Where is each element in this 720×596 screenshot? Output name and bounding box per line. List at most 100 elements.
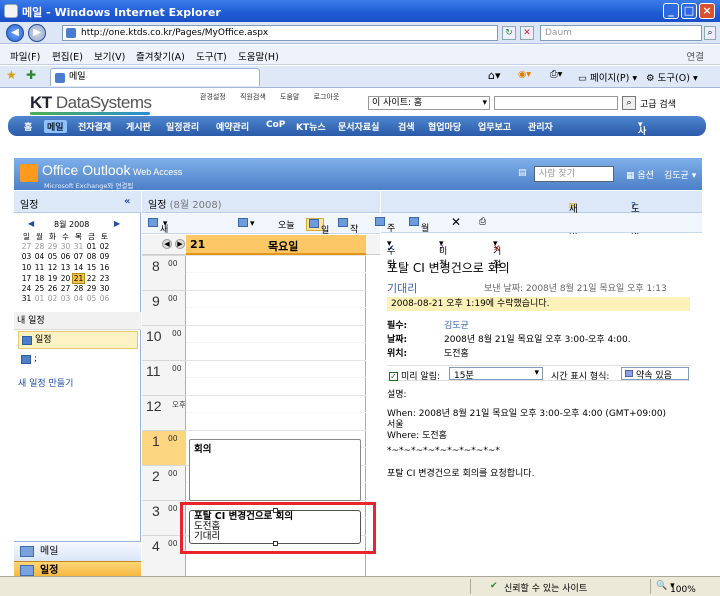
- day-cell[interactable]: 08: [85, 252, 98, 261]
- print-icon[interactable]: ⎙: [479, 217, 486, 227]
- day-cell[interactable]: 05: [85, 294, 98, 303]
- home-icon[interactable]: ⌂▾: [488, 69, 501, 82]
- advanced-search-link[interactable]: 고급 검색: [640, 97, 676, 110]
- show-as-select[interactable]: 약속 있음: [621, 367, 689, 381]
- options-button[interactable]: ▦ 옵션: [626, 168, 654, 181]
- nav-home[interactable]: 홈: [24, 120, 32, 133]
- nav-board[interactable]: 게시판: [126, 120, 151, 133]
- day-cell[interactable]: 12: [46, 263, 59, 272]
- calendar-item-2[interactable]: ;: [18, 351, 138, 367]
- message-sender[interactable]: 기대리: [387, 280, 417, 296]
- link-employee-search[interactable]: 직원검색: [240, 93, 266, 101]
- day-cell[interactable]: 27: [20, 242, 33, 251]
- link-logout[interactable]: 로그아웃: [314, 93, 340, 101]
- kt-logo[interactable]: KT DataSystems: [30, 93, 152, 115]
- day-cell[interactable]: 01: [33, 294, 46, 303]
- day-cell[interactable]: 14: [72, 263, 85, 272]
- day-cell[interactable]: 25: [33, 284, 46, 293]
- nav-approval[interactable]: 전자결재: [78, 120, 111, 133]
- tools-menu[interactable]: ⚙ 도구(O) ▾: [646, 70, 698, 84]
- day-cell[interactable]: 17: [20, 274, 33, 283]
- nav-kt-news[interactable]: KT뉴스: [296, 120, 326, 133]
- nav-search[interactable]: 검색: [398, 120, 415, 133]
- user-menu[interactable]: 김도균 ▾: [664, 168, 696, 181]
- day-cell[interactable]: 23: [98, 274, 111, 283]
- decline-button[interactable]: ✕ 거절 ▾: [493, 239, 501, 270]
- print-icon[interactable]: ⎙▾: [550, 69, 562, 80]
- feeds-icon[interactable]: ◉▾: [518, 69, 531, 80]
- nav-document-room[interactable]: 문서자료실: [338, 120, 379, 133]
- day-cell[interactable]: 10: [20, 263, 33, 272]
- delete-icon[interactable]: ✕: [451, 215, 461, 229]
- forward-button[interactable]: ▶: [28, 24, 46, 42]
- nav-mail-button[interactable]: 메일: [14, 541, 141, 561]
- day-cell[interactable]: 01: [85, 242, 98, 251]
- day-column-header[interactable]: 21 목요일: [186, 235, 366, 255]
- minimize-button[interactable]: _: [663, 3, 679, 19]
- refresh-button[interactable]: ↻: [502, 26, 516, 40]
- day-cell[interactable]: 27: [59, 284, 72, 293]
- calendar-item[interactable]: 일정: [18, 331, 138, 349]
- day-cell[interactable]: 31: [72, 242, 85, 251]
- day-cell[interactable]: 24: [20, 284, 33, 293]
- day-cell[interactable]: 04: [72, 294, 85, 303]
- appointment-meeting[interactable]: 회의: [189, 439, 361, 501]
- page-menu[interactable]: ▭ 페이지(P) ▾: [578, 70, 637, 84]
- search-input[interactable]: Daum: [540, 25, 702, 41]
- day-cell[interactable]: 03: [59, 294, 72, 303]
- day-cell[interactable]: 30: [59, 242, 72, 251]
- day-cell[interactable]: 22: [85, 274, 98, 283]
- site-search-input[interactable]: [494, 96, 618, 110]
- day-cell[interactable]: 26: [46, 284, 59, 293]
- next-day-icon[interactable]: ▶: [175, 239, 185, 249]
- nav-schedule[interactable]: 일정관리: [166, 120, 199, 133]
- nav-work-report[interactable]: 업무보고: [478, 120, 511, 133]
- day-cell[interactable]: 13: [59, 263, 72, 272]
- link-settings[interactable]: 환경설정: [200, 93, 226, 101]
- prev-month-icon[interactable]: ◀: [28, 219, 34, 228]
- site-action-menu[interactable]: 사이트 작업 ▾: [638, 120, 646, 189]
- menu-tools[interactable]: 도구(T): [196, 49, 227, 63]
- next-month-icon[interactable]: ▶: [114, 219, 120, 228]
- nav-collaboration[interactable]: 협업마당: [428, 120, 461, 133]
- day-cell[interactable]: 19: [46, 274, 59, 283]
- day-cell[interactable]: 07: [72, 252, 85, 261]
- links-label[interactable]: 연결: [687, 49, 704, 63]
- tentative-button[interactable]: ? 미정 ▾: [439, 239, 447, 270]
- new-button[interactable]: 새로 만들기 ▾: [148, 218, 168, 287]
- day-cell[interactable]: 06: [59, 252, 72, 261]
- month-view-button[interactable]: 월: [409, 217, 429, 234]
- prev-day-icon[interactable]: ◀: [162, 239, 172, 249]
- day-cell[interactable]: 20: [59, 274, 72, 283]
- day-cell[interactable]: 11: [33, 263, 46, 272]
- nav-admin[interactable]: 관리자: [528, 120, 553, 133]
- day-cell[interactable]: 05: [46, 252, 59, 261]
- stop-button[interactable]: ✕: [520, 26, 534, 40]
- search-icon[interactable]: ⌕: [704, 26, 716, 40]
- menu-edit[interactable]: 편집(E): [52, 49, 83, 63]
- day-cell[interactable]: 06: [98, 294, 111, 303]
- maximize-button[interactable]: □: [681, 3, 697, 19]
- add-favorite-icon[interactable]: ✚: [26, 68, 36, 82]
- site-scope-select[interactable]: 이 사이트: 홈 ▾: [368, 96, 490, 110]
- search-icon[interactable]: ⌕: [622, 96, 636, 110]
- view-select-icon[interactable]: ▾: [238, 218, 255, 229]
- menu-favorites[interactable]: 즐겨찾기(A): [136, 49, 185, 63]
- reminder-select[interactable]: 15분 ▾: [449, 367, 543, 381]
- day-cell[interactable]: 03: [20, 252, 33, 261]
- day-cell[interactable]: 02: [98, 242, 111, 251]
- day-cell[interactable]: 21: [72, 273, 85, 284]
- nav-reservation[interactable]: 예약관리: [216, 120, 249, 133]
- new-calendar-link[interactable]: 새 일정 만들기: [18, 376, 73, 389]
- browser-tab[interactable]: 메일: [50, 68, 260, 86]
- menu-file[interactable]: 파일(F): [10, 49, 40, 63]
- nav-cop[interactable]: CoP: [266, 120, 285, 130]
- day-cell[interactable]: 29: [85, 284, 98, 293]
- day-cell[interactable]: 30: [98, 284, 111, 293]
- back-button[interactable]: ◀: [6, 24, 24, 42]
- day-cell[interactable]: 15: [85, 263, 98, 272]
- address-bar[interactable]: http://one.ktds.co.kr/Pages/MyOffice.asp…: [62, 25, 498, 41]
- day-cell[interactable]: 29: [46, 242, 59, 251]
- day-cell[interactable]: 16: [98, 263, 111, 272]
- nav-calendar-button[interactable]: 일정: [14, 561, 141, 577]
